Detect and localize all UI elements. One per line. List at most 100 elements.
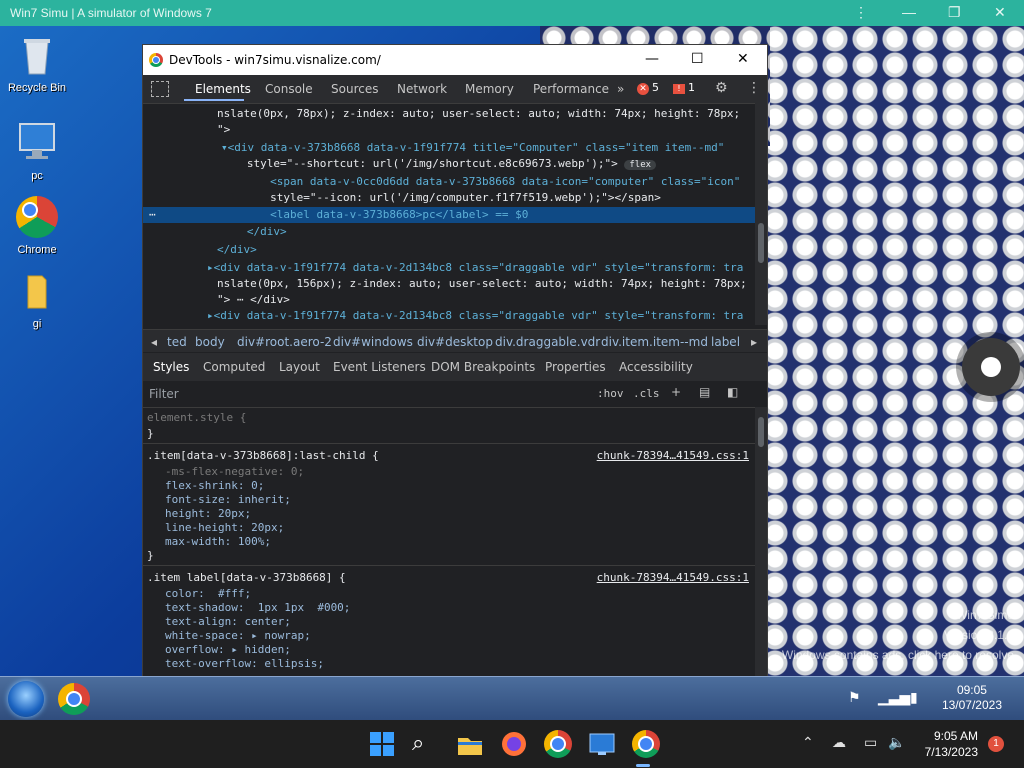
css-property[interactable]: max-width: 100%; [165, 535, 271, 548]
close-button[interactable]: ✕ [737, 51, 749, 67]
desktop-icon-gi[interactable]: gi [0, 268, 74, 330]
close-button[interactable]: ✕ [994, 4, 1006, 21]
scrollbar[interactable] [755, 407, 767, 677]
desktop-icon-pc[interactable]: pc [0, 120, 74, 182]
tab-layout[interactable]: Layout [279, 360, 320, 374]
paint-icon[interactable]: ▤ [699, 385, 710, 399]
breadcrumb-item[interactable]: div.item.item--md [601, 335, 708, 349]
win7-clock[interactable]: 09:05 13/07/2023 [942, 683, 1002, 713]
rule-source-link[interactable]: chunk-78394…41549.css:1 [597, 449, 749, 462]
tab-accessibility[interactable]: Accessibility [619, 360, 693, 374]
breadcrumb-item[interactable]: body [195, 335, 225, 349]
breadcrumb-item[interactable]: div#root.aero-2 [237, 335, 332, 349]
chevron-up-icon[interactable]: ⌃ [802, 734, 814, 751]
gear-icon[interactable]: ⚙ [715, 80, 728, 96]
file-explorer-icon[interactable] [456, 730, 484, 758]
battery-icon[interactable]: ▮ [910, 689, 918, 706]
breadcrumb-scroll-left[interactable]: ◂ [151, 335, 157, 349]
more-tabs-button[interactable]: » [617, 82, 624, 96]
maximize-button[interactable]: ☐ [691, 51, 704, 67]
breadcrumb-item[interactable]: div#desktop [417, 335, 493, 349]
css-property[interactable]: line-height: 20px; [165, 521, 284, 534]
volume-icon[interactable]: 🔈 [888, 734, 905, 751]
tab-elements[interactable]: Elements [195, 82, 251, 96]
breadcrumb-item[interactable]: label [711, 335, 740, 349]
flag-icon[interactable]: ⚑ [848, 689, 861, 706]
notification-badge[interactable]: 1 [988, 736, 1004, 752]
css-property[interactable]: text-shadow: 1px 1px #000; [165, 601, 350, 614]
chrome-icon[interactable] [544, 730, 572, 758]
dom-tree[interactable]: nslate(0px, 78px); z-index: auto; user-s… [143, 103, 755, 325]
dom-line[interactable]: </div> [217, 243, 257, 256]
cls-toggle[interactable]: .cls [633, 387, 660, 400]
firefox-icon[interactable] [500, 730, 528, 758]
hov-toggle[interactable]: :hov [597, 387, 624, 400]
dom-line[interactable]: nslate(0px, 156px); z-index: auto; user-… [217, 277, 747, 290]
tab-properties[interactable]: Properties [545, 360, 606, 374]
dom-line[interactable]: ▸<div data-v-1f91f774 data-v-2d134bc8 cl… [207, 309, 743, 322]
dom-line[interactable]: ▾<div data-v-373b8668 data-v-1f91f774 ti… [221, 141, 724, 154]
element-style-selector[interactable]: element.style { [147, 411, 246, 424]
tab-memory[interactable]: Memory [465, 82, 514, 96]
inspect-element-icon[interactable] [151, 81, 169, 97]
css-property[interactable]: overflow: ▸ hidden; [165, 643, 291, 656]
scrollbar[interactable] [755, 103, 767, 325]
win11-clock[interactable]: 9:05 AM 7/13/2023 [925, 728, 978, 760]
dom-line[interactable]: style="--shortcut: url('/img/shortcut.e8… [227, 157, 657, 170]
breadcrumb-item[interactable]: div.draggable.vdr [495, 335, 600, 349]
remote-desktop-icon[interactable] [588, 730, 616, 758]
dom-line[interactable]: nslate(0px, 78px); z-index: auto; user-s… [217, 107, 740, 120]
windows-start-icon[interactable] [368, 730, 396, 758]
rule-selector[interactable]: .item[data-v-373b8668]:last-child { [147, 449, 379, 462]
tab-computed[interactable]: Computed [203, 360, 265, 374]
breadcrumb-item[interactable]: div#windows [333, 335, 413, 349]
kebab-icon[interactable]: ⋮ [854, 4, 868, 21]
css-property[interactable]: height: 20px; [165, 507, 251, 520]
watermark-ads[interactable]: Windows contains ads, click here to reso… [782, 648, 1014, 662]
dom-line[interactable]: <span data-v-0cc0d6dd data-v-373b8668 da… [237, 175, 740, 188]
tab-styles[interactable]: Styles [153, 360, 189, 374]
rule-source-link[interactable]: chunk-78394…41549.css:1 [597, 571, 749, 584]
desktop-icon-recycle-bin[interactable]: Recycle Bin [0, 32, 74, 94]
breadcrumb-item[interactable]: ted [167, 335, 187, 349]
dom-line-selected[interactable]: <label data-v-373b8668>pc</label> == $0 [237, 208, 528, 221]
tab-console[interactable]: Console [265, 82, 313, 96]
chrome-icon[interactable] [632, 730, 660, 758]
css-property[interactable]: -ms-flex-negative: 0; [165, 465, 304, 478]
minimize-button[interactable]: — [645, 51, 659, 67]
error-count-badge[interactable]: ✕ 5 [637, 81, 659, 95]
display-icon[interactable]: ▭ [864, 734, 877, 751]
rule-selector[interactable]: .item label[data-v-373b8668] { [147, 571, 346, 584]
dom-line[interactable]: ▸<div data-v-1f91f774 data-v-2d134bc8 cl… [207, 261, 743, 274]
search-icon[interactable]: ⌕ [412, 730, 440, 758]
add-rule-icon[interactable]: + [671, 385, 681, 399]
kebab-icon[interactable]: ⋮ [747, 80, 761, 96]
tab-performance[interactable]: Performance [533, 82, 609, 96]
css-property[interactable]: color: #fff; [165, 587, 251, 600]
breadcrumb-scroll-right[interactable]: ▸ [751, 335, 757, 349]
start-button[interactable] [8, 681, 44, 717]
desktop-icon-chrome[interactable]: Chrome [0, 194, 74, 256]
sidebar-toggle-icon[interactable]: ◧ [727, 385, 738, 399]
tab-sources[interactable]: Sources [331, 82, 378, 96]
taskbar-chrome-button[interactable] [58, 683, 90, 715]
dom-line[interactable]: "> [217, 123, 230, 136]
warning-count-badge[interactable]: ! 1 [673, 81, 695, 94]
network-icon[interactable]: ▁▃▅ [878, 689, 910, 706]
floating-button[interactable] [962, 338, 1020, 396]
tab-dom-breakpoints[interactable]: DOM Breakpoints [431, 360, 535, 374]
dom-line[interactable]: style="--icon: url('/img/computer.f1f7f5… [237, 191, 661, 204]
tab-event-listeners[interactable]: Event Listeners [333, 360, 426, 374]
css-property[interactable]: white-space: ▸ nowrap; [165, 629, 311, 642]
dom-line[interactable]: "> ⋯ </div> [217, 293, 290, 306]
css-property[interactable]: text-align: center; [165, 615, 291, 628]
cloud-off-icon[interactable]: ☁ [832, 734, 846, 751]
tab-network[interactable]: Network [397, 82, 447, 96]
filter-input[interactable]: Filter [149, 387, 179, 401]
restore-button[interactable]: ❐ [948, 4, 961, 21]
css-property[interactable]: text-overflow: ellipsis; [165, 657, 324, 670]
flex-badge[interactable]: flex [624, 160, 657, 170]
dom-line[interactable]: </div> [227, 225, 287, 238]
css-property[interactable]: flex-shrink: 0; [165, 479, 264, 492]
minimize-button[interactable]: — [902, 4, 916, 20]
